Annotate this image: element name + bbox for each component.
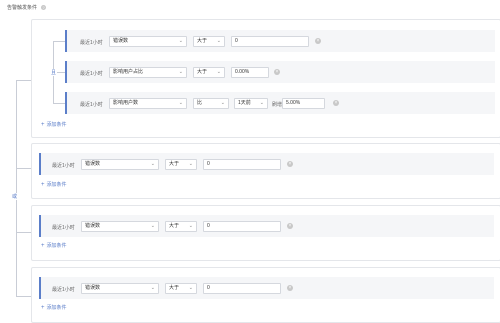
chevron-down-icon: ⌄ — [178, 69, 183, 75]
window-label: 最近1小时 — [52, 287, 75, 293]
value-input[interactable]: 0 — [203, 221, 281, 232]
metric-select[interactable]: 影响用户数 ⌄ — [109, 98, 187, 109]
chevron-down-icon: ⌄ — [188, 223, 193, 229]
value-input[interactable]: 0 — [203, 159, 281, 170]
delete-icon[interactable]: × — [287, 223, 293, 229]
operator-select[interactable]: 大于 ⌄ — [165, 221, 197, 232]
or-label[interactable]: 或 — [11, 193, 19, 200]
delete-icon[interactable]: × — [333, 100, 339, 106]
compare-select[interactable]: 1天前 ⌄ — [234, 98, 268, 109]
or-bracket-g4 — [16, 296, 31, 297]
add-condition-button[interactable]: + 添加条件 — [41, 121, 67, 129]
chevron-down-icon: ⌄ — [216, 69, 221, 75]
add-condition-button[interactable]: + 添加条件 — [41, 242, 67, 250]
or-bracket-g2 — [16, 168, 31, 169]
value-input[interactable]: 5.00% — [282, 98, 325, 109]
chevron-down-icon: ⌄ — [150, 161, 155, 167]
and-bracket-bottom — [53, 103, 65, 104]
plus-icon: + — [41, 242, 45, 249]
chevron-down-icon: ⌄ — [220, 100, 225, 106]
operator-select[interactable]: 大于 ⌄ — [193, 36, 225, 47]
window-label: 最近1小时 — [80, 40, 103, 46]
operator-select[interactable]: 大于 ⌄ — [165, 283, 197, 294]
delete-icon[interactable]: × — [315, 38, 321, 44]
or-bracket-g3 — [16, 232, 31, 233]
and-bracket-top — [53, 41, 65, 42]
value-input[interactable]: 0 — [203, 283, 281, 294]
page-title: 告警触发条件 ? — [7, 4, 47, 11]
metric-select[interactable]: 影响用户占比 ⌄ — [109, 67, 187, 78]
operator-select[interactable]: 大于 ⌄ — [193, 67, 225, 78]
chevron-down-icon: ⌄ — [178, 100, 183, 106]
plus-icon: + — [41, 121, 45, 128]
help-icon[interactable]: ? — [41, 5, 47, 10]
plus-icon: + — [41, 181, 45, 188]
window-label: 最近1小时 — [80, 71, 103, 77]
window-label: 最近1小时 — [52, 225, 75, 231]
operator-select[interactable]: 比 ⌄ — [193, 98, 229, 109]
metric-select[interactable]: 错误数 ⌄ — [81, 159, 159, 170]
or-bracket-top — [16, 80, 31, 81]
chevron-down-icon: ⌄ — [150, 285, 155, 291]
chevron-down-icon: ⌄ — [259, 100, 264, 106]
window-label: 最近1小时 — [52, 163, 75, 169]
chevron-down-icon: ⌄ — [178, 38, 183, 44]
chevron-down-icon: ⌄ — [216, 38, 221, 44]
delete-icon[interactable]: × — [287, 285, 293, 291]
chevron-down-icon: ⌄ — [188, 161, 193, 167]
metric-select[interactable]: 错误数 ⌄ — [81, 283, 159, 294]
add-condition-button[interactable]: + 添加条件 — [41, 304, 67, 312]
delete-icon[interactable]: × — [287, 161, 293, 167]
chevron-down-icon: ⌄ — [188, 285, 193, 291]
plus-icon: + — [41, 304, 45, 311]
or-bracket-line — [16, 80, 17, 297]
title-text: 告警触发条件 — [7, 5, 38, 11]
metric-select[interactable]: 错误数 ⌄ — [109, 36, 187, 47]
operator-select[interactable]: 大于 ⌄ — [165, 159, 197, 170]
chevron-down-icon: ⌄ — [150, 223, 155, 229]
metric-select[interactable]: 错误数 ⌄ — [81, 221, 159, 232]
add-condition-button[interactable]: + 添加条件 — [41, 181, 67, 189]
value-input[interactable]: 0.00% — [231, 67, 269, 78]
and-label[interactable]: 且 — [50, 69, 58, 76]
window-label: 最近1小时 — [80, 102, 103, 108]
delete-icon[interactable]: × — [274, 69, 280, 75]
value-input[interactable]: 0 — [231, 36, 309, 47]
